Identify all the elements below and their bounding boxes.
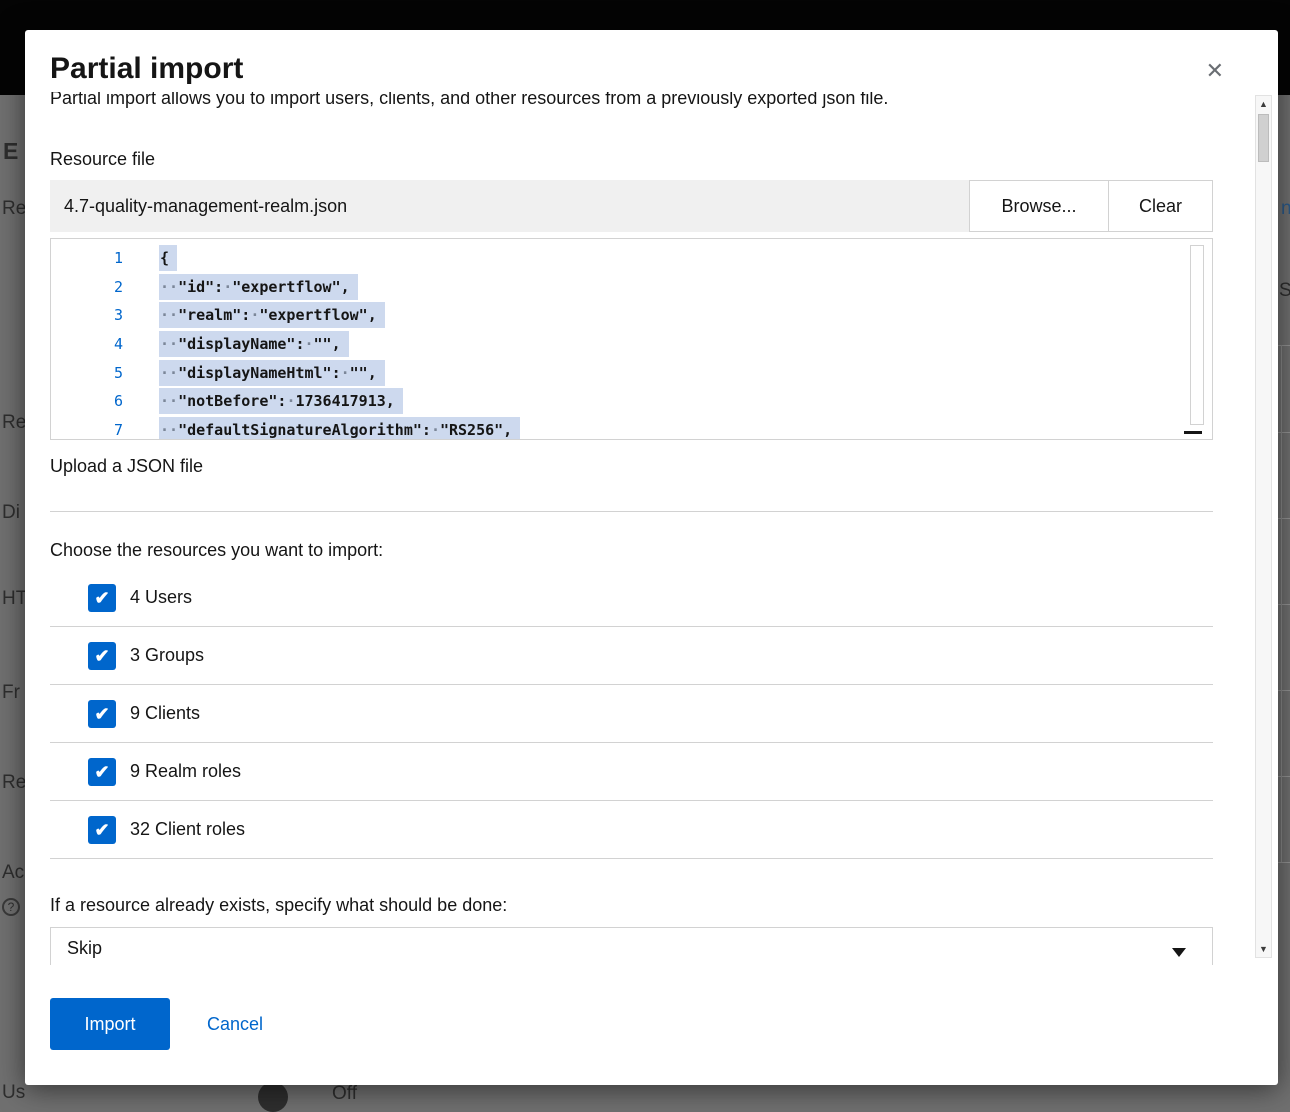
resource-checkbox[interactable]: ✔ [88, 584, 116, 612]
code-line: 4 ··"displayName":·"", [51, 330, 1212, 359]
bg-divider [1278, 345, 1290, 346]
bg-fragment: HT [2, 588, 27, 610]
code-line: 5 ··"displayNameHtml":·"", [51, 358, 1212, 387]
bg-fragment: Ac [2, 862, 24, 884]
scroll-up-icon[interactable]: ▲ [1256, 96, 1271, 112]
resource-row: ✔ 3 Groups [50, 627, 1213, 685]
resource-label: 9 Clients [130, 703, 200, 724]
scrollbar-thumb[interactable] [1258, 114, 1269, 162]
code-text: { [159, 245, 177, 271]
clear-button[interactable]: Clear [1108, 180, 1213, 232]
resource-label: 3 Groups [130, 645, 204, 666]
line-number: 1 [51, 249, 123, 267]
bg-divider [1278, 862, 1290, 863]
modal-description: Partial import allows you to import user… [50, 92, 1213, 111]
code-line: 3 ··"realm":·"expertflow", [51, 301, 1212, 330]
file-upload-control: 4.7-quality-management-realm.json Browse… [50, 180, 1213, 232]
resource-list: ✔ 4 Users ✔ 3 Groups ✔ 9 Clients ✔ 9 Realm role… [50, 569, 1213, 859]
editor-hscroll-thumb[interactable] [1184, 431, 1202, 434]
close-icon[interactable]: ✕ [1206, 60, 1224, 82]
bg-divider [1281, 345, 1282, 862]
line-number: 2 [51, 278, 123, 296]
code-line: 2 ··"id":·"expertflow", [51, 273, 1212, 302]
code-text: ··"defaultSignatureAlgorithm":·"RS256", [159, 417, 520, 440]
code-line: 6 ··"notBefore":·1736417913, [51, 387, 1212, 416]
line-number: 5 [51, 364, 123, 382]
bg-divider [1278, 518, 1290, 519]
bg-fragment: Se [1279, 280, 1290, 302]
divider [50, 511, 1213, 512]
choose-resources-label: Choose the resources you want to import: [50, 539, 1213, 561]
bg-fragment: n [1281, 198, 1290, 220]
resource-row: ✔ 9 Realm roles [50, 743, 1213, 801]
line-number: 6 [51, 392, 123, 410]
browse-button[interactable]: Browse... [969, 180, 1109, 232]
resource-row: ✔ 32 Client roles [50, 801, 1213, 859]
bg-fragment: Re [2, 198, 26, 220]
code-text: ··"displayNameHtml":·"", [159, 360, 385, 386]
resource-checkbox[interactable]: ✔ [88, 816, 116, 844]
code-text: ··"id":·"expertflow", [159, 274, 358, 300]
modal-header: Partial import ✕ [25, 30, 1278, 92]
resource-checkbox[interactable]: ✔ [88, 700, 116, 728]
line-number: 3 [51, 306, 123, 324]
file-name-input[interactable]: 4.7-quality-management-realm.json [50, 180, 970, 232]
bg-fragment: Re [2, 412, 26, 434]
exists-label: If a resource already exists, specify wh… [50, 894, 1213, 916]
modal-title: Partial import [50, 52, 1238, 86]
bg-divider [1278, 690, 1290, 691]
modal-footer: Import Cancel [25, 965, 1278, 1085]
modal-scrollbar[interactable]: ▲ ▼ [1255, 95, 1272, 958]
cancel-button[interactable]: Cancel [207, 998, 263, 1050]
resource-file-label: Resource file [50, 148, 1213, 170]
scroll-down-icon[interactable]: ▼ [1256, 941, 1271, 957]
resource-label: 9 Realm roles [130, 761, 241, 782]
import-button[interactable]: Import [50, 998, 170, 1050]
code-text: ··"realm":·"expertflow", [159, 302, 385, 328]
bg-fragment: Off [332, 1083, 357, 1105]
bg-fragment: Fr [2, 682, 20, 704]
bg-divider [1278, 604, 1290, 605]
code-text: ··"displayName":·"", [159, 331, 349, 357]
code-line: 1{ [51, 244, 1212, 273]
code-line: 7 ··"defaultSignatureAlgorithm":·"RS256", [51, 416, 1212, 440]
line-number: 7 [51, 421, 123, 439]
bg-divider [1278, 432, 1290, 433]
bg-fragment: Re [2, 772, 26, 794]
resource-label: 4 Users [130, 587, 192, 608]
resource-row: ✔ 9 Clients [50, 685, 1213, 743]
avatar [258, 1082, 288, 1112]
editor-scrollbar[interactable] [1190, 245, 1204, 425]
help-icon: ? [2, 898, 20, 916]
json-code-editor[interactable]: 1{2··"id":·"expertflow",3··"realm":·"exp… [50, 238, 1213, 440]
line-number: 4 [51, 335, 123, 353]
strategy-select[interactable]: Skip [50, 927, 1213, 965]
bg-divider [1278, 776, 1290, 777]
modal-body: Partial import allows you to import user… [25, 92, 1278, 965]
upload-hint: Upload a JSON file [50, 455, 1213, 477]
bg-fragment: E [3, 138, 18, 165]
bg-fragment: Us [2, 1082, 25, 1104]
chevron-down-icon [1172, 948, 1186, 957]
bg-fragment: Di [2, 502, 20, 524]
partial-import-modal: Partial import ✕ Partial import allows y… [25, 30, 1278, 1085]
resource-checkbox[interactable]: ✔ [88, 642, 116, 670]
code-text: ··"notBefore":·1736417913, [159, 388, 403, 414]
resource-row: ✔ 4 Users [50, 569, 1213, 627]
resource-checkbox[interactable]: ✔ [88, 758, 116, 786]
strategy-select-value: Skip [67, 938, 102, 958]
code-lines: 1{2··"id":·"expertflow",3··"realm":·"exp… [51, 244, 1212, 440]
resource-label: 32 Client roles [130, 819, 245, 840]
